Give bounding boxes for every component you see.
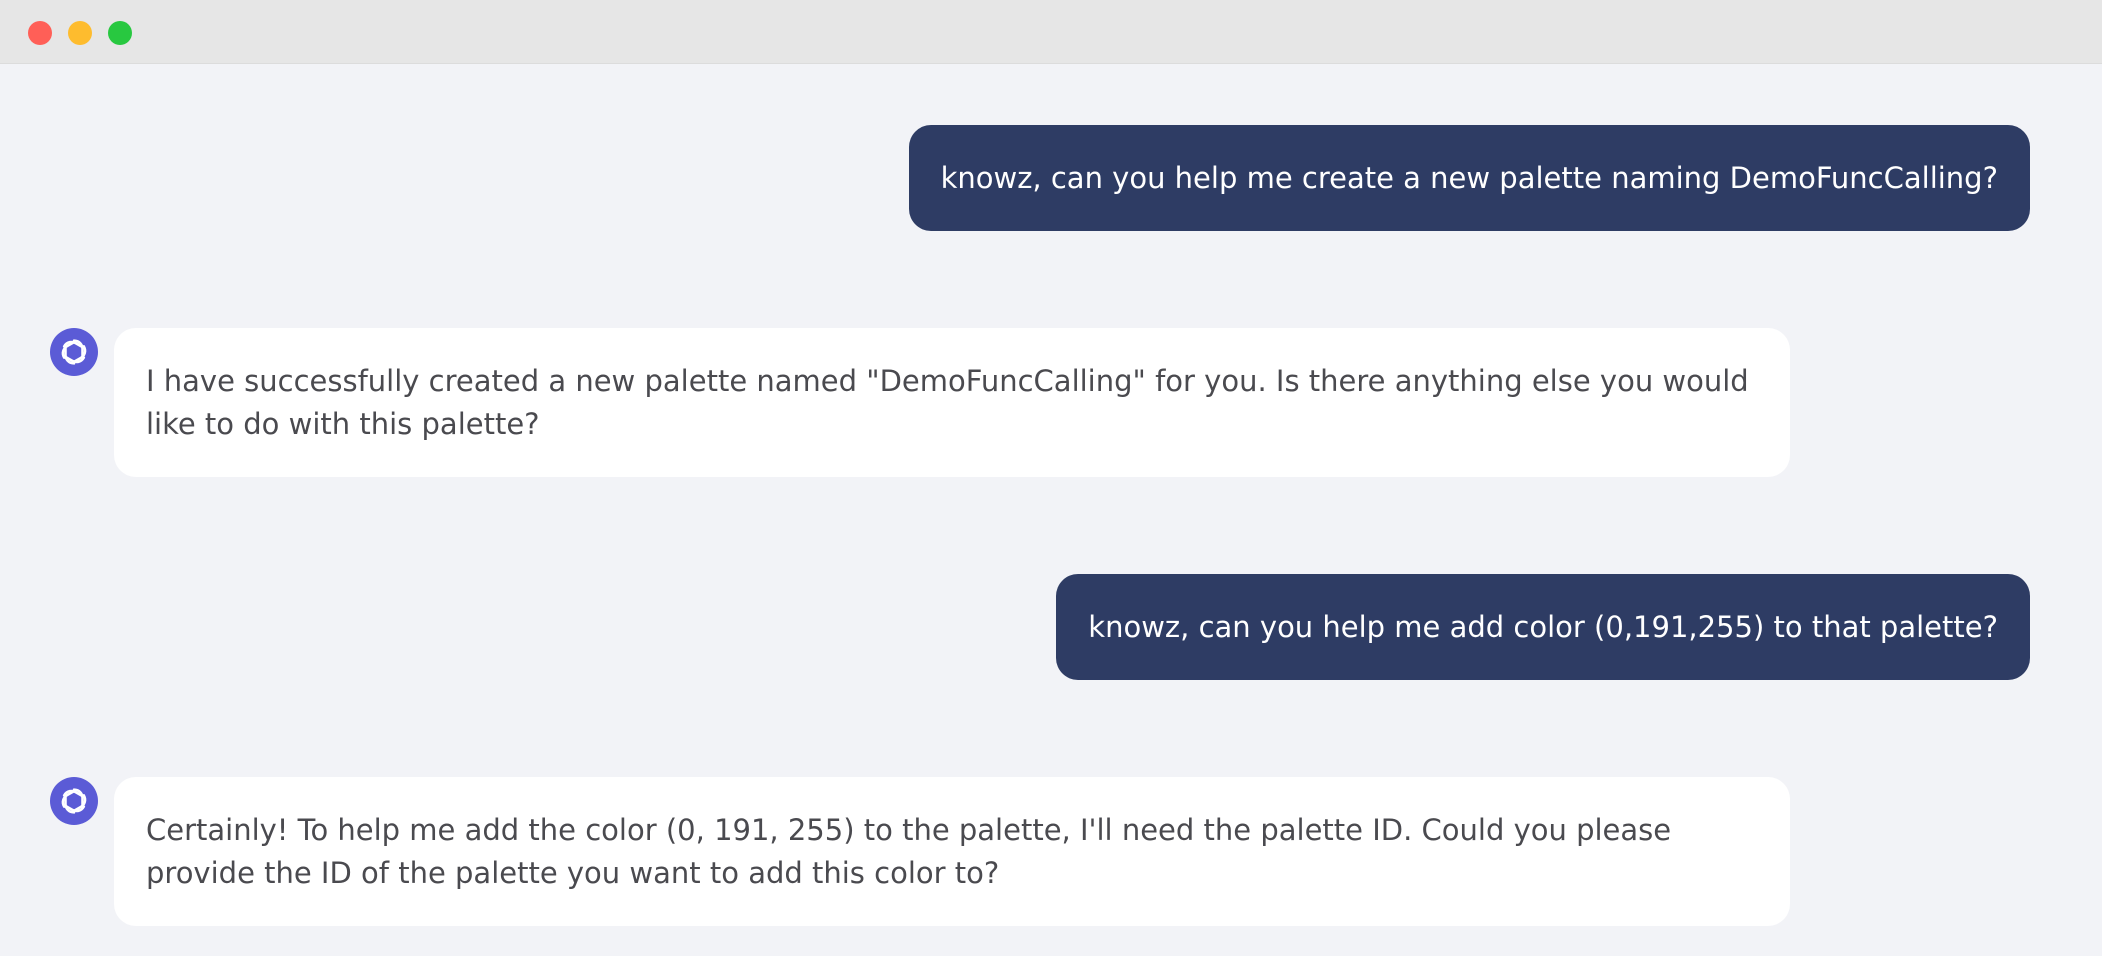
chat-thread: knowz, can you help me create a new pale…	[0, 64, 2102, 956]
close-window-button[interactable]	[28, 21, 52, 45]
user-message-text: knowz, can you help me add color (0,191,…	[1088, 610, 1998, 644]
user-message: knowz, can you help me add color (0,191,…	[1056, 574, 2030, 680]
openai-logo-icon	[61, 339, 87, 365]
assistant-avatar	[50, 777, 98, 825]
maximize-window-button[interactable]	[108, 21, 132, 45]
window-titlebar	[0, 0, 2102, 64]
assistant-message-text: I have successfully created a new palett…	[146, 364, 1749, 441]
openai-logo-icon	[61, 788, 87, 814]
assistant-message: I have successfully created a new palett…	[114, 328, 1790, 477]
minimize-window-button[interactable]	[68, 21, 92, 45]
user-message: knowz, can you help me create a new pale…	[908, 125, 2030, 231]
assistant-message: Certainly! To help me add the color (0, …	[114, 777, 1790, 926]
assistant-message-text: Certainly! To help me add the color (0, …	[146, 813, 1672, 890]
assistant-avatar	[50, 328, 98, 376]
user-message-text: knowz, can you help me create a new pale…	[940, 161, 1998, 195]
